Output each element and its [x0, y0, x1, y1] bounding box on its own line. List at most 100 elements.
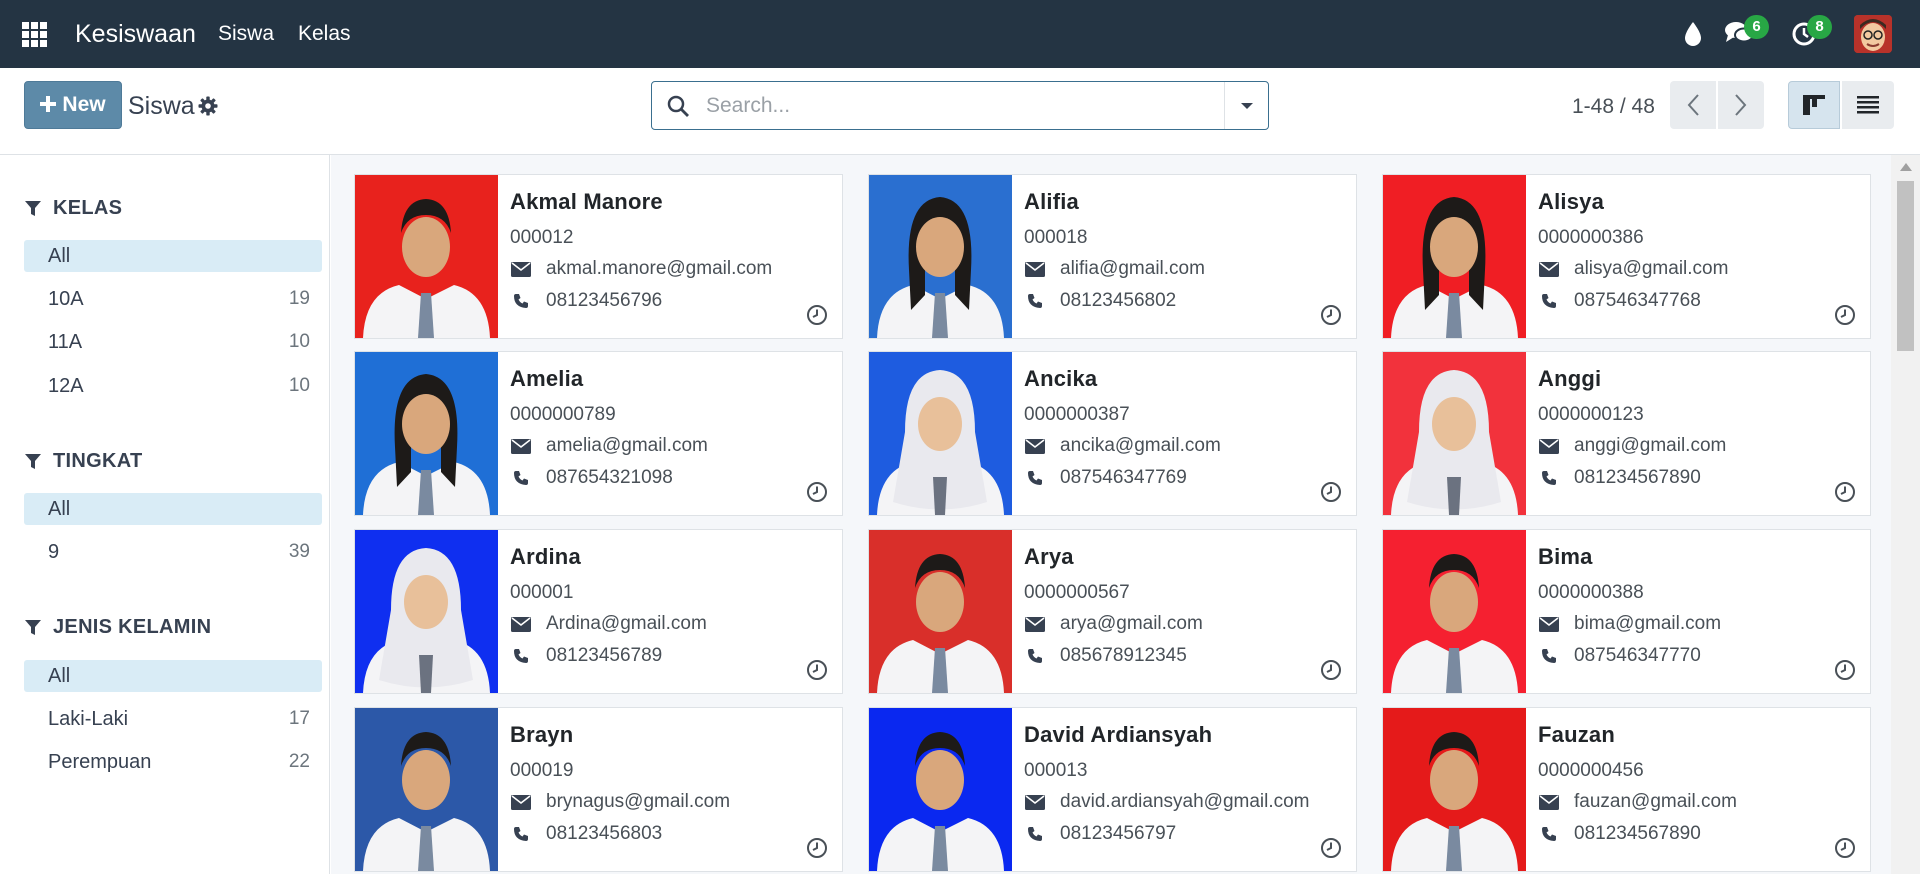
student-phone: 081234567890: [1574, 823, 1701, 844]
student-phone: 087654321098: [546, 467, 673, 488]
scroll-up-arrow-icon[interactable]: [1900, 163, 1912, 171]
student-nis: 0000000387: [1024, 404, 1130, 425]
envelope-icon: [510, 259, 532, 279]
activity-clock-icon[interactable]: [1320, 481, 1342, 503]
student-phone: 08123456803: [546, 823, 663, 844]
search-bar: [651, 81, 1269, 130]
new-button[interactable]: New: [24, 81, 122, 129]
kanban-card[interactable]: Fauzan 0000000456 fauzan@gmail.com 08123…: [1382, 707, 1871, 872]
student-email-row: ancika@gmail.com: [1024, 435, 1221, 457]
search-panel: KELAS All 10A 19 11A 10 12A 10 TINGKAT All …: [0, 155, 330, 874]
phone-icon: [1538, 824, 1560, 844]
activity-clock-icon[interactable]: [1320, 304, 1342, 326]
facet-tingkat-9[interactable]: 9 39: [24, 536, 322, 568]
activity-clock-icon[interactable]: [806, 659, 828, 681]
kanban-card[interactable]: Alifia 000018 alifia@gmail.com 081234568…: [868, 174, 1357, 339]
activity-clock-icon[interactable]: [806, 837, 828, 859]
activity-clock-icon[interactable]: [806, 304, 828, 326]
phone-icon: [510, 291, 532, 311]
student-email-row: alifia@gmail.com: [1024, 258, 1205, 280]
student-name: Anggi: [1538, 366, 1602, 391]
kanban-card[interactable]: David Ardiansyah 000013 david.ardiansyah…: [868, 707, 1357, 872]
student-photo: [355, 708, 498, 871]
pager-next-button[interactable]: [1718, 81, 1764, 129]
activity-clock-icon[interactable]: [1320, 837, 1342, 859]
caret-down-icon: [1240, 102, 1253, 109]
phone-icon: [1538, 646, 1560, 666]
gear-icon[interactable]: [198, 96, 220, 118]
student-nis: 000018: [1024, 227, 1088, 248]
facet-gender-laki-laki[interactable]: Laki-Laki 17: [24, 703, 322, 735]
facet-kelas-12a[interactable]: 12A 10: [24, 370, 322, 402]
control-panel: New Siswa 1-48 / 48: [0, 68, 1920, 155]
student-email-row: anggi@gmail.com: [1538, 435, 1726, 457]
student-name: Ancika: [1024, 366, 1098, 391]
kanban-card[interactable]: Alisya 0000000386 alisya@gmail.com 08754…: [1382, 174, 1871, 339]
user-avatar[interactable]: [1854, 15, 1892, 53]
phone-icon: [510, 824, 532, 844]
facet-gender-perempuan[interactable]: Perempuan 22: [24, 746, 322, 778]
pager-value[interactable]: 1-48 / 48: [1572, 95, 1655, 119]
student-phone: 087546347768: [1574, 290, 1701, 311]
search-options-toggle[interactable]: [1224, 82, 1268, 129]
student-photo: [1383, 352, 1526, 515]
student-email-row: arya@gmail.com: [1024, 613, 1203, 635]
phone-icon: [1024, 291, 1046, 311]
student-email: arya@gmail.com: [1060, 613, 1203, 634]
student-nis: 0000000456: [1538, 760, 1644, 781]
student-nis: 000012: [510, 227, 574, 248]
student-email: bima@gmail.com: [1574, 613, 1722, 634]
search-input[interactable]: [706, 90, 1206, 122]
kanban-card[interactable]: Anggi 0000000123 anggi@gmail.com 0812345…: [1382, 351, 1871, 516]
activity-clock-icon[interactable]: [1834, 659, 1856, 681]
student-photo: [1383, 708, 1526, 871]
activity-clock-icon[interactable]: [1834, 481, 1856, 503]
student-phone-row: 08123456797: [1024, 823, 1176, 845]
facet-tingkat-all[interactable]: All: [24, 493, 322, 525]
student-photo: [869, 175, 1012, 338]
pager-previous-button[interactable]: [1670, 81, 1716, 129]
activity-clock-icon[interactable]: [1834, 837, 1856, 859]
envelope-icon: [510, 614, 532, 634]
filter-icon: [25, 619, 41, 635]
kanban-card[interactable]: Arya 0000000567 arya@gmail.com 085678912…: [868, 529, 1357, 694]
facet-header-tingkat: TINGKAT: [25, 450, 143, 473]
scrollbar-thumb[interactable]: [1897, 181, 1914, 351]
activity-clock-icon[interactable]: [1834, 304, 1856, 326]
kanban-card[interactable]: Bima 0000000388 bima@gmail.com 087546347…: [1382, 529, 1871, 694]
student-photo: [355, 352, 498, 515]
facet-kelas-all[interactable]: All: [24, 240, 322, 272]
facet-header-kelas: KELAS: [25, 197, 122, 220]
student-phone-row: 085678912345: [1024, 645, 1187, 667]
kanban-view: Akmal Manore 000012 akmal.manore@gmail.c…: [331, 155, 1891, 874]
menu-siswa[interactable]: Siswa: [218, 22, 274, 46]
kanban-card[interactable]: Ardina 000001 Ardina@gmail.com 081234567…: [354, 529, 843, 694]
kanban-card[interactable]: Ancika 0000000387 ancika@gmail.com 08754…: [868, 351, 1357, 516]
list-view-button[interactable]: [1842, 81, 1894, 129]
student-photo: [869, 352, 1012, 515]
menu-kelas[interactable]: Kelas: [298, 22, 351, 46]
facet-gender-all[interactable]: All: [24, 660, 322, 692]
envelope-icon: [1024, 436, 1046, 456]
chevron-right-icon: [1735, 94, 1747, 116]
student-name: Alifia: [1024, 189, 1079, 214]
phone-icon: [1024, 468, 1046, 488]
student-photo: [355, 175, 498, 338]
apps-menu-icon[interactable]: [22, 22, 47, 47]
student-nis: 0000000123: [1538, 404, 1644, 425]
droplet-icon[interactable]: [1683, 21, 1703, 52]
activity-clock-icon[interactable]: [806, 481, 828, 503]
facet-kelas-11a[interactable]: 11A 10: [24, 326, 322, 358]
student-phone: 08123456802: [1060, 290, 1177, 311]
breadcrumb: Siswa: [128, 92, 195, 120]
activity-clock-icon[interactable]: [1320, 659, 1342, 681]
kanban-card[interactable]: Brayn 000019 brynagus@gmail.com 08123456…: [354, 707, 843, 872]
kanban-view-button[interactable]: [1788, 81, 1840, 129]
facet-kelas-10a[interactable]: 10A 19: [24, 283, 322, 315]
kanban-card[interactable]: Akmal Manore 000012 akmal.manore@gmail.c…: [354, 174, 843, 339]
app-brand[interactable]: Kesiswaan: [75, 20, 196, 49]
kanban-card[interactable]: Amelia 0000000789 amelia@gmail.com 08765…: [354, 351, 843, 516]
scrollbar[interactable]: [1891, 155, 1920, 874]
student-email-row: fauzan@gmail.com: [1538, 791, 1737, 813]
student-photo: [1383, 530, 1526, 693]
